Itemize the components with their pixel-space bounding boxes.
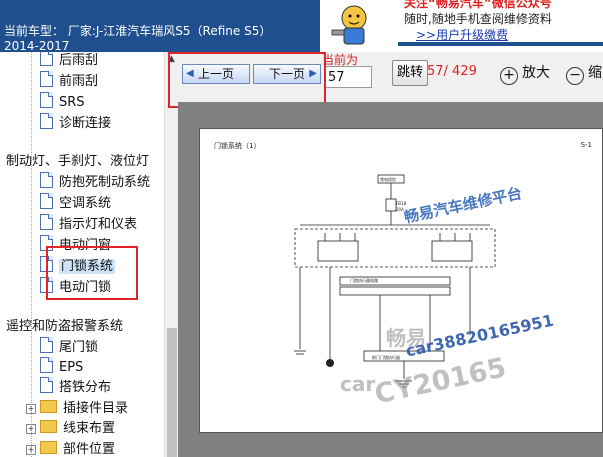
tree-group-brake-lights[interactable]: 制动灯、手刹灯、液位灯	[6, 151, 149, 172]
document-icon	[40, 337, 53, 353]
promo-mobile-text: 随时,随地手机查阅维修资料	[404, 12, 552, 26]
tree-item-label: 诊断连接	[59, 116, 112, 131]
tree-group-remote-alarm[interactable]: 遥控和防盗报警系统	[6, 316, 123, 337]
tree-item-diagnostic[interactable]: 诊断连接	[40, 113, 111, 134]
car-model-title: 当前车型： 厂家:J-江淮汽车瑞风S5（Refine S5）	[4, 24, 272, 38]
expand-icon[interactable]: +	[26, 404, 36, 414]
folder-icon	[40, 400, 57, 413]
promo-divider	[398, 42, 603, 46]
tree-item-label: 防抱死制动系统	[59, 175, 151, 190]
folder-icon	[40, 420, 57, 433]
document-icon	[40, 52, 53, 66]
watermark-car: car	[340, 372, 376, 396]
upgrade-link[interactable]: >>用户升级缴费	[416, 26, 508, 43]
tree-item-label: 前雨刮	[59, 74, 99, 89]
app-header: 当前车型： 厂家:J-江淮汽车瑞风S5（Refine S5） 2014-2017	[0, 0, 320, 53]
mascot-icon	[331, 5, 367, 45]
tree-item-label: 后雨刮	[59, 53, 99, 68]
sidebar-scrollbar[interactable]: ▲	[164, 52, 179, 457]
tree-folder-connectors[interactable]: + 插接件目录	[26, 398, 128, 419]
folder-icon	[40, 441, 57, 454]
tree-item-label: 搭铁分布	[59, 380, 112, 395]
tree-item-abs[interactable]: 防抱死制动系统	[40, 172, 150, 193]
tree-item-label: 指示灯和仪表	[59, 217, 138, 232]
tree-item-srs[interactable]: SRS	[40, 92, 85, 113]
expand-icon[interactable]: +	[26, 424, 36, 434]
tree-folder-harness[interactable]: + 线束布置	[26, 418, 115, 439]
tree-item-ground[interactable]: 搭铁分布	[40, 377, 111, 398]
zoom-in-icon: +	[500, 67, 518, 85]
document-icon	[40, 357, 53, 373]
tree-item-label: 部件位置	[63, 442, 116, 457]
expand-icon[interactable]: +	[26, 445, 36, 455]
svg-text:门锁执行器电路: 门锁执行器电路	[350, 277, 378, 283]
document-icon	[40, 71, 53, 87]
tree-item-rear-wiper[interactable]: 后雨刮	[40, 52, 98, 71]
tree-item-tailgate-lock[interactable]: 尾门锁	[40, 337, 98, 358]
tree-item-label: 线束布置	[63, 421, 116, 436]
tree-item-label: 空调系统	[59, 196, 112, 211]
zoom-out-button[interactable]: − 缩	[566, 62, 602, 85]
tree-item-label: SRS	[59, 95, 85, 110]
document-icon	[40, 172, 53, 188]
page-number-input[interactable]: 57	[324, 66, 372, 88]
scrollbar-thumb[interactable]	[167, 328, 177, 457]
tree-folder-components[interactable]: + 部件位置	[26, 439, 115, 457]
highlight-box-toolbar	[168, 52, 326, 108]
tree-item-label: 尾门锁	[59, 340, 99, 355]
tree-item-eps[interactable]: EPS	[40, 357, 83, 378]
page-count: 57/ 429	[427, 64, 477, 79]
tree-group-label: 制动灯、手刹灯、液位灯	[6, 154, 150, 169]
document-icon	[40, 113, 53, 129]
zoom-out-label: 缩	[588, 65, 602, 81]
tree-item-ac[interactable]: 空调系统	[40, 193, 111, 214]
document-icon	[40, 214, 53, 230]
svg-text:常电保险: 常电保险	[380, 176, 396, 182]
document-icon	[40, 92, 53, 108]
tree-item-label: 插接件目录	[63, 401, 129, 416]
svg-text:前门门锁执行器: 前门门锁执行器	[372, 354, 400, 360]
jump-button[interactable]: 跳转	[392, 60, 428, 86]
tree-guide-line	[31, 52, 32, 457]
zoom-out-icon: −	[566, 67, 584, 85]
promo-banner: 关注“畅易汽车”微信公众号 随时,随地手机查阅维修资料 >>用户升级缴费	[320, 0, 603, 52]
tree-item-label: EPS	[59, 360, 84, 375]
document-icon	[40, 377, 53, 393]
document-icon	[40, 193, 53, 209]
tree-item-front-wiper[interactable]: 前雨刮	[40, 71, 98, 92]
highlight-box-sidebar	[46, 246, 138, 300]
zoom-in-button[interactable]: + 放大	[500, 62, 550, 85]
zoom-in-label: 放大	[522, 65, 550, 81]
tree-item-indicators[interactable]: 指示灯和仪表	[40, 214, 137, 235]
tree-group-label: 遥控和防盗报警系统	[6, 319, 124, 334]
